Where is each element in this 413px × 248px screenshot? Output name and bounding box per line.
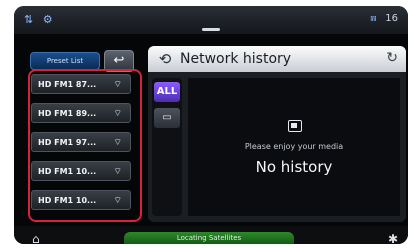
enjoy-message: Please enjoy your media	[244, 142, 344, 151]
preset-item[interactable]: HD FM1 89... ⌔	[31, 103, 131, 123]
signal-icon: ⌔	[113, 109, 122, 119]
preset-label: HD FM1 10...	[38, 196, 97, 205]
media-icon	[288, 120, 302, 132]
signal-icon: ⌔	[113, 80, 122, 90]
preset-item[interactable]: HD FM1 10... ⌔	[31, 161, 131, 181]
preset-item[interactable]: HD FM1 87... ⌔	[31, 74, 131, 94]
preset-item[interactable]: HD FM1 97... ⌔	[31, 132, 131, 152]
signal-icon: ⌔	[113, 196, 122, 206]
preset-item[interactable]: HD FM1 10... ⌔	[31, 190, 131, 210]
preset-list: HD FM1 87... ⌔ HD FM1 89... ⌔ HD FM1 97.…	[27, 72, 137, 220]
status-right: ⩎ 16	[370, 13, 398, 24]
history-content: Please enjoy your media No history	[188, 78, 400, 216]
preset-list-button[interactable]: Preset List	[30, 52, 100, 70]
settings-icon[interactable]: ✱	[388, 232, 398, 244]
status-icons: ⇅ ⚙	[24, 13, 56, 26]
status-bar: ⇅ ⚙ ⩎ 16	[14, 6, 408, 34]
device-screen: ⇅ ⚙ ⩎ 16 Preset List ↩ HD FM1 87... ⌔ HD…	[14, 6, 408, 244]
preset-label: HD FM1 97...	[38, 138, 97, 147]
panel-header: ⟲ Network history ↻	[148, 46, 406, 72]
signal-icon: ⌔	[113, 167, 122, 177]
network-history-panel: ⟲ Network history ↻ ALL ▭ Please enjoy y…	[148, 46, 406, 222]
preset-label: HD FM1 10...	[38, 167, 97, 176]
preset-label: HD FM1 89...	[38, 109, 97, 118]
back-button[interactable]: ↩	[104, 50, 134, 72]
source-tabs: ALL ▭	[152, 78, 182, 216]
network-icon: ⟲	[158, 50, 172, 68]
tab-all[interactable]: ALL	[154, 82, 180, 102]
refresh-icon[interactable]: ↻	[386, 50, 398, 66]
page-indicator	[202, 28, 220, 31]
status-number: 16	[385, 13, 398, 24]
locating-status: Locating Satellites	[124, 232, 294, 244]
signal-icon: ⌔	[113, 138, 122, 148]
preset-label: HD FM1 87...	[38, 80, 97, 89]
home-icon[interactable]: ⌂	[32, 232, 40, 244]
empty-state-label: No history	[255, 158, 333, 176]
tab-media[interactable]: ▭	[154, 108, 180, 128]
panel-title: Network history	[180, 51, 292, 67]
signal-icon: ⩎	[370, 13, 377, 24]
